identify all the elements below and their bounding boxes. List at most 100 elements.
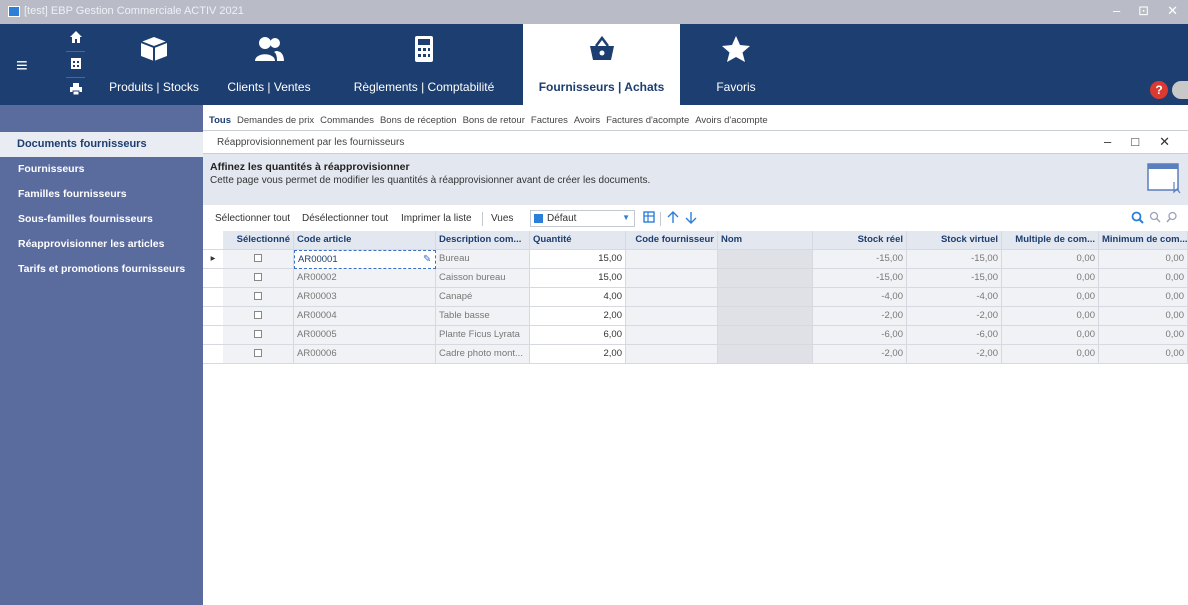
print-list-button[interactable]: Imprimer la liste: [401, 213, 472, 224]
panel-header: Réapprovisionnement par les fournisseurs…: [203, 131, 1188, 154]
quantity-cell[interactable]: 15,00: [530, 250, 626, 269]
column-header-quantite[interactable]: Quantité: [530, 231, 626, 250]
quantity-cell[interactable]: 2,00: [530, 307, 626, 326]
table-row[interactable]: AR00003 Canapé 4,00 -4,00 -4,00 0,00 0,0…: [203, 288, 1188, 307]
sidebar-item-familles-fournisseurs[interactable]: Familles fournisseurs: [0, 182, 203, 207]
column-header-code-article[interactable]: Code article: [294, 231, 436, 250]
quantity-cell[interactable]: 6,00: [530, 326, 626, 345]
supplier-code-cell[interactable]: [626, 288, 718, 307]
column-header-description[interactable]: Description com...: [436, 231, 530, 250]
row-checkbox[interactable]: [223, 326, 294, 345]
sidebar-item-reapprovisionner-articles[interactable]: Réapprovisionner les articles: [0, 232, 203, 257]
user-avatar-icon[interactable]: [1172, 81, 1188, 99]
table-row[interactable]: ▸ AR00001 ✎ Bureau 15,00 -15,00 -15,00 0,…: [203, 250, 1188, 269]
quantity-cell[interactable]: 15,00: [530, 269, 626, 288]
tab-demandes-de-prix[interactable]: Demandes de prix: [237, 115, 314, 126]
column-header-nom[interactable]: Nom: [718, 231, 813, 250]
help-icon[interactable]: ?: [1150, 81, 1168, 99]
row-checkbox[interactable]: [223, 345, 294, 364]
tab-factures[interactable]: Factures: [531, 115, 568, 126]
calendar-icon[interactable]: [68, 56, 83, 73]
hamburger-menu-icon[interactable]: ≡: [16, 56, 28, 76]
code-article-cell[interactable]: AR00004: [294, 307, 436, 326]
tab-bons-de-retour[interactable]: Bons de retour: [463, 115, 525, 126]
view-select[interactable]: Défaut ▼: [530, 210, 635, 227]
table-row[interactable]: AR00004 Table basse 2,00 -2,00 -2,00 0,0…: [203, 307, 1188, 326]
module-clients-ventes[interactable]: Clients | Ventes: [220, 24, 318, 105]
sidebar-item-fournisseurs[interactable]: Fournisseurs: [0, 157, 203, 182]
module-produits-stocks[interactable]: Produits | Stocks: [104, 24, 204, 105]
column-header-multiple[interactable]: Multiple de com...: [1002, 231, 1099, 250]
description-cell[interactable]: Canapé: [436, 288, 530, 307]
code-article-cell[interactable]: AR00002: [294, 269, 436, 288]
sidebar-item-documents-fournisseurs[interactable]: Documents fournisseurs: [0, 132, 203, 157]
supplier-name-cell[interactable]: [718, 269, 813, 288]
sidebar-item-sous-familles-fournisseurs[interactable]: Sous-familles fournisseurs: [0, 207, 203, 232]
code-article-cell[interactable]: AR00003: [294, 288, 436, 307]
stock-virtuel-cell: -4,00: [907, 288, 1002, 307]
home-icon[interactable]: [68, 30, 83, 47]
description-cell[interactable]: Table basse: [436, 307, 530, 326]
search-previous-icon[interactable]: [1166, 211, 1178, 226]
tab-factures-acompte[interactable]: Factures d'acompte: [606, 115, 689, 126]
restore-button[interactable]: ⊡: [1138, 3, 1149, 19]
table-row[interactable]: AR00005 Plante Ficus Lyrata 6,00 -6,00 -…: [203, 326, 1188, 345]
quantity-cell[interactable]: 4,00: [530, 288, 626, 307]
printer-icon[interactable]: [68, 82, 83, 99]
code-article-cell[interactable]: AR00005: [294, 326, 436, 345]
module-fournisseurs-achats[interactable]: Fournisseurs | Achats: [523, 24, 680, 105]
table-row[interactable]: AR00002 Caisson bureau 15,00 -15,00 -15,…: [203, 269, 1188, 288]
tab-commandes[interactable]: Commandes: [320, 115, 374, 126]
minimize-button[interactable]: –: [1113, 3, 1120, 19]
row-checkbox[interactable]: [223, 307, 294, 326]
close-button[interactable]: ✕: [1167, 3, 1178, 19]
description-cell[interactable]: Cadre photo mont...: [436, 345, 530, 364]
stock-virtuel-cell: -2,00: [907, 345, 1002, 364]
supplier-code-cell[interactable]: [626, 345, 718, 364]
minimum-cell: 0,00: [1099, 288, 1188, 307]
code-article-cell[interactable]: AR00006: [294, 345, 436, 364]
column-header-stock-reel[interactable]: Stock réel: [813, 231, 907, 250]
arrow-up-icon[interactable]: [667, 211, 679, 227]
supplier-name-cell[interactable]: [718, 250, 813, 269]
search-next-icon[interactable]: [1149, 211, 1161, 226]
tab-bons-de-reception[interactable]: Bons de réception: [380, 115, 457, 126]
column-header-selectionne[interactable]: Sélectionné: [223, 231, 294, 250]
tab-avoirs[interactable]: Avoirs: [574, 115, 600, 126]
description-cell[interactable]: Bureau: [436, 250, 530, 269]
row-checkbox[interactable]: [223, 250, 294, 269]
row-checkbox[interactable]: [223, 269, 294, 288]
tab-avoirs-acompte[interactable]: Avoirs d'acompte: [695, 115, 767, 126]
supplier-code-cell[interactable]: [626, 250, 718, 269]
module-reglements-comptabilite[interactable]: Règlements | Comptabilité: [336, 24, 512, 105]
supplier-name-cell[interactable]: [718, 345, 813, 364]
sidebar-item-tarifs-promotions[interactable]: Tarifs et promotions fournisseurs: [0, 257, 203, 282]
column-settings-icon[interactable]: [643, 211, 655, 226]
current-row-indicator-icon: ▸: [203, 250, 223, 269]
supplier-name-cell[interactable]: [718, 326, 813, 345]
column-header-code-fournisseur[interactable]: Code fournisseur: [626, 231, 718, 250]
description-cell[interactable]: Plante Ficus Lyrata: [436, 326, 530, 345]
panel-minimize-button[interactable]: –: [1104, 134, 1111, 150]
search-icon[interactable]: [1131, 211, 1144, 227]
arrow-down-icon[interactable]: [685, 211, 697, 227]
module-favoris[interactable]: Favoris: [692, 24, 780, 105]
code-article-cell[interactable]: AR00001 ✎: [294, 250, 436, 269]
supplier-code-cell[interactable]: [626, 269, 718, 288]
panel-maximize-button[interactable]: □: [1131, 134, 1139, 150]
deselect-all-button[interactable]: Désélectionner tout: [302, 213, 388, 224]
description-cell[interactable]: Caisson bureau: [436, 269, 530, 288]
supplier-name-cell[interactable]: [718, 288, 813, 307]
select-all-button[interactable]: Sélectionner tout: [215, 213, 290, 224]
table-row[interactable]: AR00006 Cadre photo mont... 2,00 -2,00 -…: [203, 345, 1188, 364]
quantity-cell[interactable]: 2,00: [530, 345, 626, 364]
app-icon: [8, 6, 20, 17]
row-checkbox[interactable]: [223, 288, 294, 307]
supplier-name-cell[interactable]: [718, 307, 813, 326]
supplier-code-cell[interactable]: [626, 326, 718, 345]
supplier-code-cell[interactable]: [626, 307, 718, 326]
column-header-minimum[interactable]: Minimum de com...: [1099, 231, 1188, 250]
column-header-stock-virtuel[interactable]: Stock virtuel: [907, 231, 1002, 250]
panel-close-button[interactable]: ✕: [1159, 134, 1170, 150]
tab-tous[interactable]: Tous: [209, 115, 231, 126]
